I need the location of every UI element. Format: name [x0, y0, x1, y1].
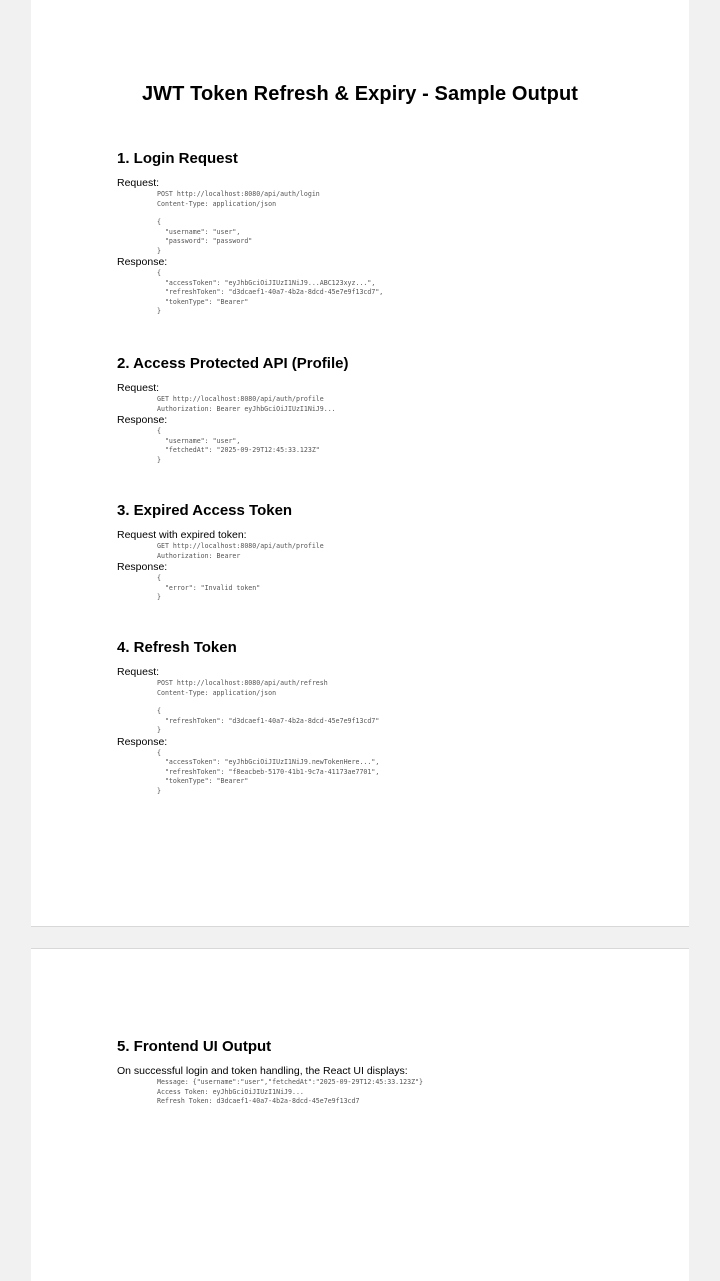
section-refresh-token: 4. Refresh Token Request: POST http://lo… [117, 639, 657, 796]
section-heading: 2. Access Protected API (Profile) [117, 355, 349, 372]
request-body: { "refreshToken": "d3dcaef1-40a7-4b2a-8d… [157, 707, 380, 734]
request-code: GET http://localhost:8080/api/auth/profi… [157, 542, 324, 560]
document-viewer[interactable]: JWT Token Refresh & Expiry - Sample Outp… [0, 0, 720, 1281]
response-body: { "username": "user", "fetchedAt": "2025… [157, 427, 320, 464]
section-expired-access-token: 3. Expired Access Token Request with exp… [117, 502, 657, 603]
request-code: POST http://localhost:8080/api/auth/logi… [157, 190, 320, 208]
section-access-protected-api: 2. Access Protected API (Profile) Reques… [117, 355, 657, 465]
request-label: Request with expired token: [117, 529, 247, 541]
response-label: Response: [117, 561, 168, 573]
response-body: { "accessToken": "eyJhbGciOiJIUzI1NiJ9.n… [157, 748, 380, 795]
page-1: JWT Token Refresh & Expiry - Sample Outp… [31, 0, 689, 927]
document-title: JWT Token Refresh & Expiry - Sample Outp… [141, 83, 579, 105]
section-heading: 3. Expired Access Token [117, 502, 293, 519]
section-frontend-ui-output: 5. Frontend UI Output On successful logi… [117, 1038, 657, 1107]
section-heading: 1. Login Request [117, 150, 238, 167]
request-label: Request: [117, 666, 160, 678]
request-code: GET http://localhost:8080/api/auth/profi… [157, 395, 336, 413]
section-intro: On successful login and token handling, … [117, 1065, 408, 1077]
request-body: { "username": "user", "password": "passw… [157, 218, 253, 255]
response-label: Response: [117, 414, 168, 426]
section-login-request: 1. Login Request Request: POST http://lo… [117, 150, 657, 317]
request-label: Request: [117, 382, 160, 394]
request-label: Request: [117, 177, 160, 189]
request-code: POST http://localhost:8080/api/auth/refr… [157, 679, 328, 697]
response-body: { "error": "Invalid token" } [157, 574, 261, 601]
response-label: Response: [117, 735, 168, 748]
page-2: 5. Frontend UI Output On successful logi… [31, 948, 689, 1281]
section-heading: 4. Refresh Token [117, 639, 237, 656]
section-heading: 5. Frontend UI Output [117, 1038, 272, 1055]
response-label: Response: [117, 256, 168, 268]
response-body: { "accessToken": "eyJhbGciOiJIUzI1NiJ9..… [157, 269, 384, 315]
ui-output-code: Message: {"username":"user","fetchedAt":… [157, 1078, 423, 1105]
